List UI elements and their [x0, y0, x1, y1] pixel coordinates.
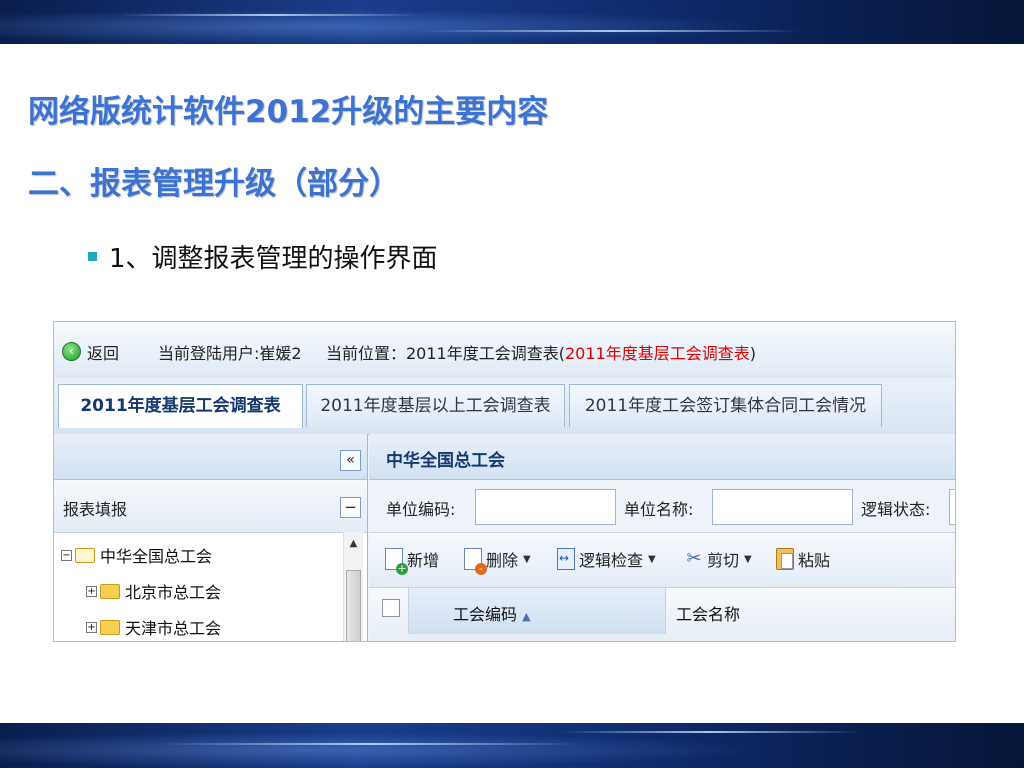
- column-label-text: 工会编码: [453, 605, 518, 624]
- cut-button-label: 剪切: [707, 551, 740, 570]
- chevron-down-icon[interactable]: ▼: [523, 554, 531, 565]
- clipboard-icon: [776, 548, 794, 570]
- unit-code-input[interactable]: [475, 489, 616, 525]
- logic-status-select[interactable]: [949, 489, 955, 525]
- add-document-icon: [385, 548, 408, 575]
- tree-expand-icon[interactable]: +: [86, 621, 97, 633]
- tree-node-label[interactable]: 中华全国总工会: [100, 543, 212, 567]
- right-panel: 中华全国总工会 单位编码: 单位名称: 逻辑状态: 新增 删除 ▼ 逻辑检查: [369, 434, 955, 641]
- right-panel-header: 中华全国总工会: [369, 434, 955, 480]
- delete-button[interactable]: 删除 ▼: [464, 547, 531, 575]
- back-button[interactable]: 返回: [87, 340, 119, 364]
- bottom-decor-band: [0, 723, 1024, 768]
- tab-above-basic-union-survey[interactable]: 2011年度基层以上工会调查表: [306, 384, 565, 427]
- scroll-up-icon[interactable]: ▲: [344, 538, 363, 552]
- app-screenshot: ‹ 返回 当前登陆用户:崔媛2 当前位置：2011年度工会调查表(2011年度基…: [53, 321, 956, 642]
- sort-ascending-icon: ▲: [522, 610, 531, 623]
- breadcrumb-prefix: 当前位置：2011年度工会调查表(: [326, 344, 565, 363]
- unit-name-label: 单位名称:: [624, 500, 694, 519]
- delete-document-icon: [464, 548, 487, 575]
- tab-strip: 2011年度基层工会调查表 2011年度基层以上工会调查表 2011年度工会签订…: [54, 378, 955, 435]
- folder-icon: [100, 583, 120, 599]
- filter-bar: 单位编码: 单位名称: 逻辑状态:: [369, 480, 955, 533]
- tree-scrollbar[interactable]: ▲: [343, 532, 363, 641]
- tab-collective-contract[interactable]: 2011年度工会签订集体合同工会情况: [569, 384, 882, 427]
- tree-node-label[interactable]: 天津市总工会: [125, 615, 221, 639]
- paste-button-label: 粘贴: [798, 551, 831, 570]
- light-streak: [560, 731, 860, 733]
- scissors-icon: ✂: [686, 548, 702, 569]
- tree-node-tianjin[interactable]: + 天津市总工会: [86, 615, 221, 639]
- column-header-union-code[interactable]: [408, 588, 666, 634]
- chevron-down-icon[interactable]: ▼: [744, 554, 752, 565]
- delete-button-label: 删除: [486, 551, 519, 570]
- folder-icon: [100, 619, 120, 635]
- folder-open-icon: [75, 547, 95, 563]
- top-decor-band: [0, 0, 1024, 44]
- logic-check-button[interactable]: 逻辑检查 ▼: [557, 547, 656, 571]
- back-icon[interactable]: ‹: [62, 342, 81, 361]
- bullet-text: 1、调整报表管理的操作界面: [109, 244, 438, 274]
- report-fill-label: 报表填报: [63, 500, 128, 519]
- bullet-square-icon: [88, 252, 97, 261]
- collapse-panel-button[interactable]: «: [340, 450, 361, 471]
- select-all-checkbox[interactable]: [382, 599, 400, 617]
- logic-status-label: 逻辑状态:: [861, 500, 931, 519]
- slide-title: 网络版统计软件2012升级的主要内容: [28, 94, 549, 130]
- scroll-thumb[interactable]: [346, 570, 361, 641]
- light-streak: [120, 14, 420, 16]
- logic-check-icon: [557, 548, 575, 570]
- left-panel: « 报表填报 − − 中华全国总工会 + 北京市总工会 + 天津市总工会 ▲: [54, 434, 368, 641]
- tree-node-beijing[interactable]: + 北京市总工会: [86, 579, 221, 603]
- tree-expand-icon[interactable]: +: [86, 585, 97, 597]
- tree-node-root[interactable]: − 中华全国总工会: [61, 543, 212, 567]
- breadcrumb-suffix: ): [749, 344, 756, 363]
- column-header-union-name[interactable]: 工会名称: [676, 601, 740, 625]
- tab-basic-union-survey[interactable]: 2011年度基层工会调查表: [58, 384, 303, 428]
- report-fill-section: 报表填报 −: [54, 480, 367, 533]
- tree-collapse-icon[interactable]: −: [61, 549, 72, 561]
- app-topbar: ‹ 返回 当前登陆用户:崔媛2 当前位置：2011年度工会调查表(2011年度基…: [54, 322, 955, 379]
- add-button-label: 新增: [407, 551, 440, 570]
- current-user-label: 当前登陆用户:崔媛2: [158, 344, 302, 363]
- grid-header: 工会编码 ▲ 工会名称: [369, 588, 955, 641]
- paste-button[interactable]: 粘贴: [776, 547, 830, 571]
- tree-node-label[interactable]: 北京市总工会: [125, 579, 221, 603]
- unit-code-label: 单位编码:: [386, 500, 456, 519]
- light-streak: [420, 30, 800, 32]
- cut-button[interactable]: ✂ 剪切 ▼: [685, 547, 752, 571]
- column-label-union-code[interactable]: 工会编码 ▲: [453, 601, 531, 625]
- unit-name-input[interactable]: [712, 489, 853, 525]
- grid-toolbar: 新增 删除 ▼ 逻辑检查 ▼ ✂ 剪切 ▼ 粘贴: [369, 533, 955, 588]
- panel-title: 中华全国总工会: [386, 451, 505, 471]
- light-streak: [160, 743, 580, 745]
- add-button[interactable]: 新增: [385, 547, 440, 575]
- slide-subtitle: 二、报表管理升级（部分）: [28, 166, 400, 202]
- breadcrumb: 当前位置：2011年度工会调查表(2011年度基层工会调查表): [326, 340, 756, 364]
- left-panel-header: «: [54, 434, 367, 480]
- breadcrumb-current: 2011年度基层工会调查表: [564, 344, 750, 363]
- chevron-down-icon[interactable]: ▼: [648, 554, 656, 565]
- section-collapse-button[interactable]: −: [340, 497, 361, 518]
- bullet-item: 1、调整报表管理的操作界面: [88, 238, 438, 275]
- logic-check-label: 逻辑检查: [579, 551, 644, 570]
